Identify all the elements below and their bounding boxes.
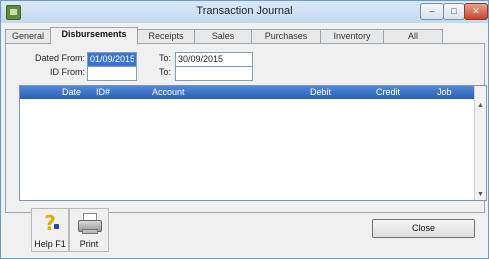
dated-from-label: Dated From: <box>34 53 85 63</box>
help-button-label: Help F1 <box>34 239 66 249</box>
scroll-up-arrow-icon[interactable]: ▲ <box>475 100 486 111</box>
column-header-credit[interactable]: Credit <box>376 86 400 99</box>
tab-purchases[interactable]: Purchases <box>251 29 321 43</box>
id-to-label: To: <box>158 67 171 77</box>
title-bar[interactable]: Transaction Journal – □ ✕ <box>1 1 488 23</box>
minimize-button[interactable]: – <box>420 3 444 20</box>
tab-disbursements[interactable]: Disbursements <box>50 27 138 44</box>
tab-inventory[interactable]: Inventory <box>320 29 384 43</box>
grid-scrollbar[interactable]: ▲ ▼ <box>474 86 486 200</box>
window-title: Transaction Journal <box>196 5 293 17</box>
transaction-journal-window: Transaction Journal – □ ✕ General Disbur… <box>0 0 489 259</box>
column-header-debit[interactable]: Debit <box>310 86 331 99</box>
dated-from-input[interactable] <box>87 52 137 67</box>
scroll-down-arrow-icon[interactable]: ▼ <box>475 189 486 200</box>
help-button[interactable]: ? Help F1 <box>31 208 69 252</box>
tab-receipts[interactable]: Receipts <box>137 29 195 43</box>
close-button[interactable]: Close <box>372 219 475 238</box>
column-header-date[interactable]: Date <box>62 86 81 99</box>
tab-strip: General Disbursements Receipts Sales Pur… <box>5 27 483 44</box>
id-from-input[interactable] <box>87 66 137 81</box>
help-question-icon: ? <box>41 212 59 234</box>
print-button-label: Print <box>79 239 99 249</box>
dated-to-label: To: <box>158 53 171 63</box>
grid-header: Date ID# Account Debit Credit Job <box>20 86 474 99</box>
journal-grid[interactable]: Date ID# Account Debit Credit Job ▲ ▼ <box>19 85 487 201</box>
tab-all[interactable]: All <box>383 29 443 43</box>
tab-sales[interactable]: Sales <box>194 29 252 43</box>
column-header-id[interactable]: ID# <box>96 86 110 99</box>
close-window-button[interactable]: ✕ <box>464 3 488 20</box>
column-header-job[interactable]: Job <box>437 86 452 99</box>
tab-general[interactable]: General <box>5 29 51 43</box>
id-from-label: ID From: <box>50 67 85 77</box>
id-to-input[interactable] <box>175 66 253 81</box>
printer-icon <box>78 213 102 234</box>
column-header-account[interactable]: Account <box>152 86 185 99</box>
print-button[interactable]: Print <box>69 208 109 252</box>
maximize-button[interactable]: □ <box>443 3 465 20</box>
dated-to-input[interactable] <box>175 52 253 67</box>
